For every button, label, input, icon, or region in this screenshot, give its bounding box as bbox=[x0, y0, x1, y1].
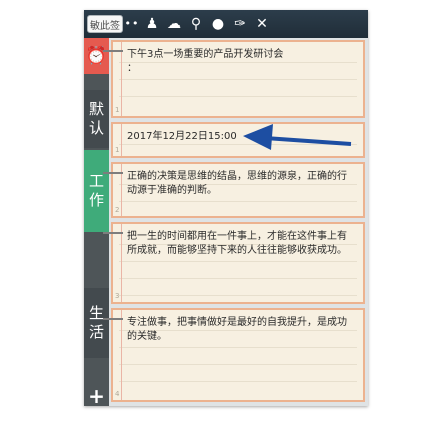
tab-default[interactable]: 默 认 bbox=[84, 90, 109, 148]
note-number: 3 bbox=[115, 292, 120, 300]
notes-window: 敏此签 •• ♟ ☁ ⚲ ● ✑ ✕ ⏰ 默 认 工 作 生 活 + 下午3点一… bbox=[84, 10, 368, 406]
note-text: 专注做事，把事情做好是最好的自我提升，是成功的关键。 bbox=[127, 317, 347, 342]
chat-icon[interactable]: ● bbox=[207, 10, 229, 38]
pin-icon bbox=[103, 50, 123, 52]
arrow-icon bbox=[243, 124, 352, 150]
tab-work[interactable]: 工 作 bbox=[84, 150, 109, 232]
pin-icon bbox=[103, 232, 123, 234]
tab-label: 活 bbox=[88, 323, 104, 341]
sidebar: ⏰ 默 认 工 作 生 活 + bbox=[84, 38, 109, 406]
note-number: 2 bbox=[115, 206, 120, 214]
pin-icon bbox=[103, 172, 123, 174]
note-number: 4 bbox=[115, 390, 120, 398]
add-note-button[interactable]: + bbox=[84, 386, 109, 406]
pin-icon bbox=[103, 318, 123, 320]
note-card[interactable]: 下午3点一场重要的产品开发研讨会 ： 1 bbox=[103, 40, 365, 118]
note-text: 正确的决策是思维的结晶，思维的源泉，正确的行动源于准确的判断。 bbox=[127, 171, 347, 196]
tab-label: 默 bbox=[88, 100, 104, 118]
notes-list: 下午3点一场重要的产品开发研讨会 ： 1 2017年12月22日15:00 1 … bbox=[103, 38, 368, 406]
tab-label: 工 bbox=[88, 172, 104, 190]
tab-label: 作 bbox=[88, 191, 104, 209]
note-text: 把一生的时间都用在一件事上，才能在这件事上有所成就，而能够坚持下来的人往往能够收… bbox=[127, 231, 347, 256]
user-icon[interactable]: ♟ bbox=[141, 10, 163, 38]
attach-icon[interactable]: ✑ bbox=[229, 10, 251, 38]
note-card[interactable]: 专注做事，把事情做好是最好的自我提升，是成功的关键。 4 bbox=[103, 308, 365, 402]
alarm-icon[interactable]: ⏰ bbox=[84, 38, 109, 74]
note-card[interactable]: 把一生的时间都用在一件事上，才能在这件事上有所成就，而能够坚持下来的人往往能够收… bbox=[103, 222, 365, 304]
close-icon[interactable]: ✕ bbox=[251, 10, 273, 38]
search-icon[interactable]: ⚲ bbox=[185, 10, 207, 38]
more-icon[interactable]: •• bbox=[123, 10, 141, 38]
tab-label: 认 bbox=[88, 119, 104, 137]
tab-label: 生 bbox=[88, 304, 104, 322]
note-card[interactable]: 2017年12月22日15:00 1 bbox=[111, 122, 365, 158]
note-number: 1 bbox=[115, 146, 120, 154]
tag-button[interactable]: 敏此签 bbox=[87, 15, 123, 33]
toolbar: 敏此签 •• ♟ ☁ ⚲ ● ✑ ✕ bbox=[84, 10, 368, 38]
cloud-icon[interactable]: ☁ bbox=[163, 10, 185, 38]
note-card[interactable]: 正确的决策是思维的结晶，思维的源泉，正确的行动源于准确的判断。 2 bbox=[103, 162, 365, 218]
note-number: 1 bbox=[115, 106, 120, 114]
note-text: 下午3点一场重要的产品开发研讨会 ： bbox=[127, 49, 284, 74]
tab-life[interactable]: 生 活 bbox=[84, 288, 109, 358]
